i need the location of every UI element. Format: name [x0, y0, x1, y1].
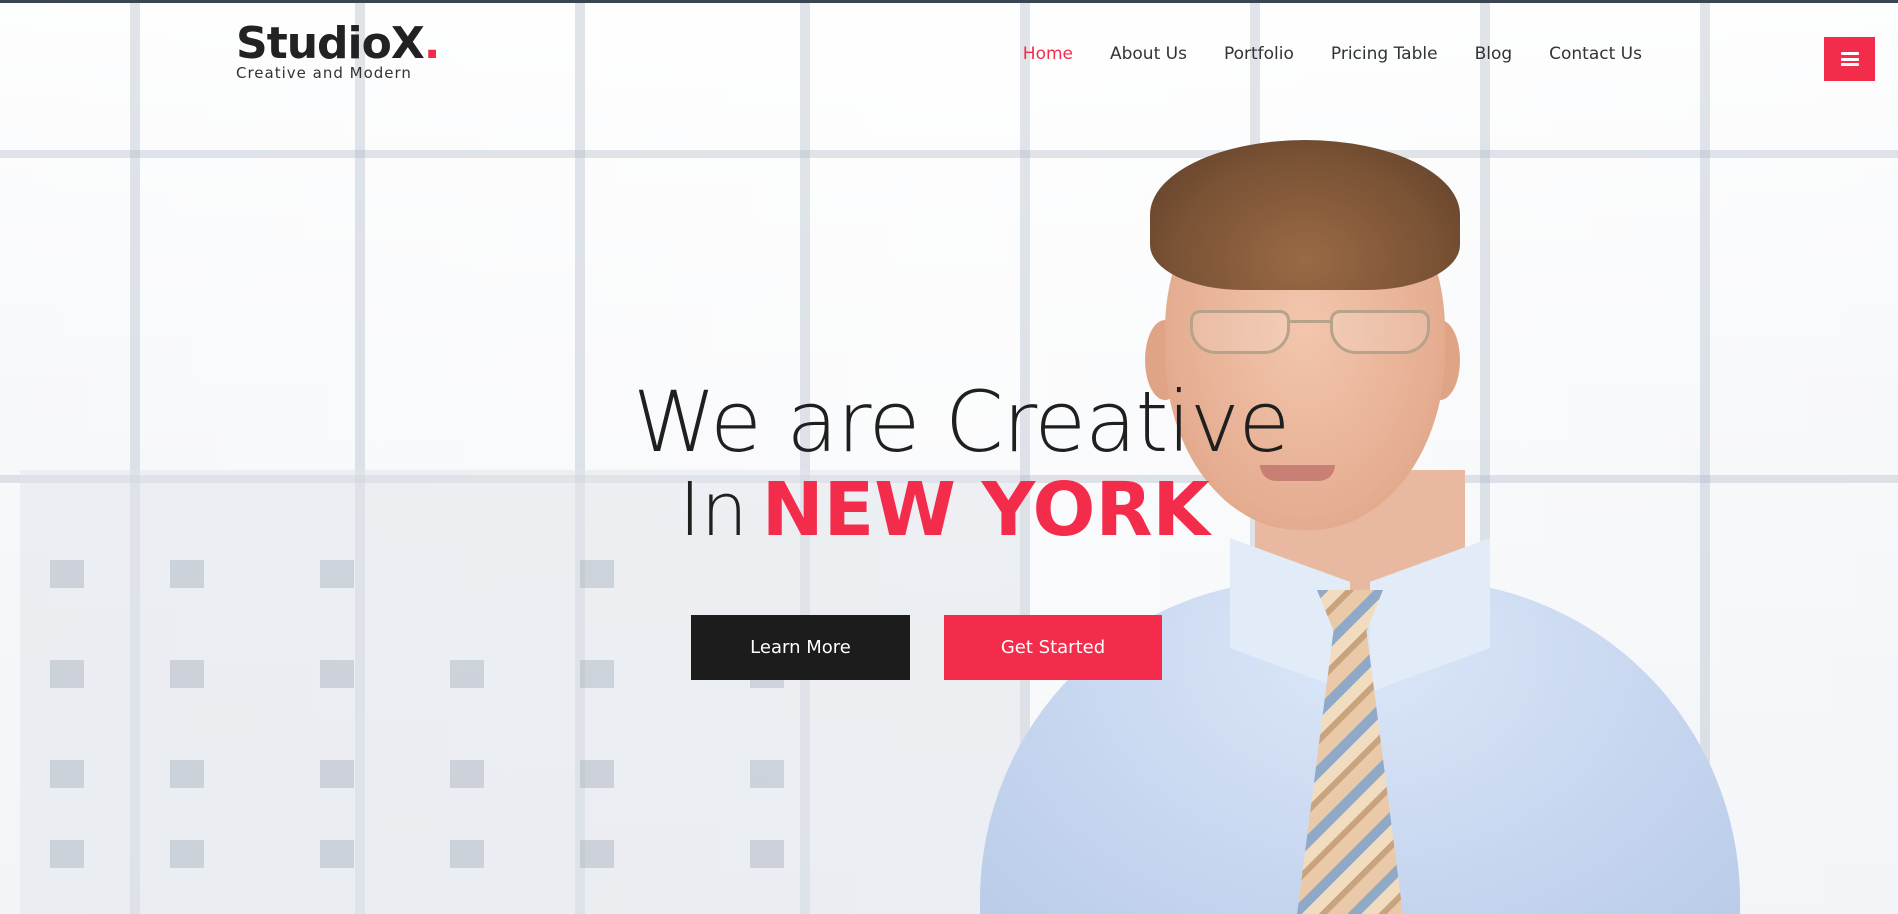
hamburger-icon — [1840, 52, 1859, 66]
nav-item-about-us[interactable]: About Us — [1110, 44, 1187, 64]
hero-headline: We are Creative In NEW YORK — [633, 373, 1290, 552]
nav-item-contact-us[interactable]: Contact Us — [1549, 44, 1642, 64]
nav-item-home[interactable]: Home — [1023, 44, 1073, 64]
hero-line-1: We are Creative — [633, 373, 1290, 471]
get-started-button[interactable]: Get Started — [944, 615, 1162, 680]
logo-tagline: Creative and Modern — [236, 64, 412, 82]
site-logo[interactable]: StudioX. Creative and Modern — [236, 18, 440, 83]
nav-item-pricing-table[interactable]: Pricing Table — [1331, 44, 1438, 64]
menu-toggle-button[interactable] — [1824, 37, 1875, 81]
logo-title: StudioX. — [236, 18, 440, 69]
main-nav: Home About Us Portfolio Pricing Table Bl… — [1023, 44, 1642, 64]
hero-line-2: In NEW YORK — [679, 468, 1289, 552]
nav-item-portfolio[interactable]: Portfolio — [1224, 44, 1294, 64]
hero-line-2-prefix: In — [679, 467, 748, 553]
nav-item-blog[interactable]: Blog — [1475, 44, 1513, 64]
top-border — [0, 0, 1898, 3]
hero-line-2-accent: NEW YORK — [761, 467, 1210, 553]
learn-more-button[interactable]: Learn More — [691, 615, 910, 680]
